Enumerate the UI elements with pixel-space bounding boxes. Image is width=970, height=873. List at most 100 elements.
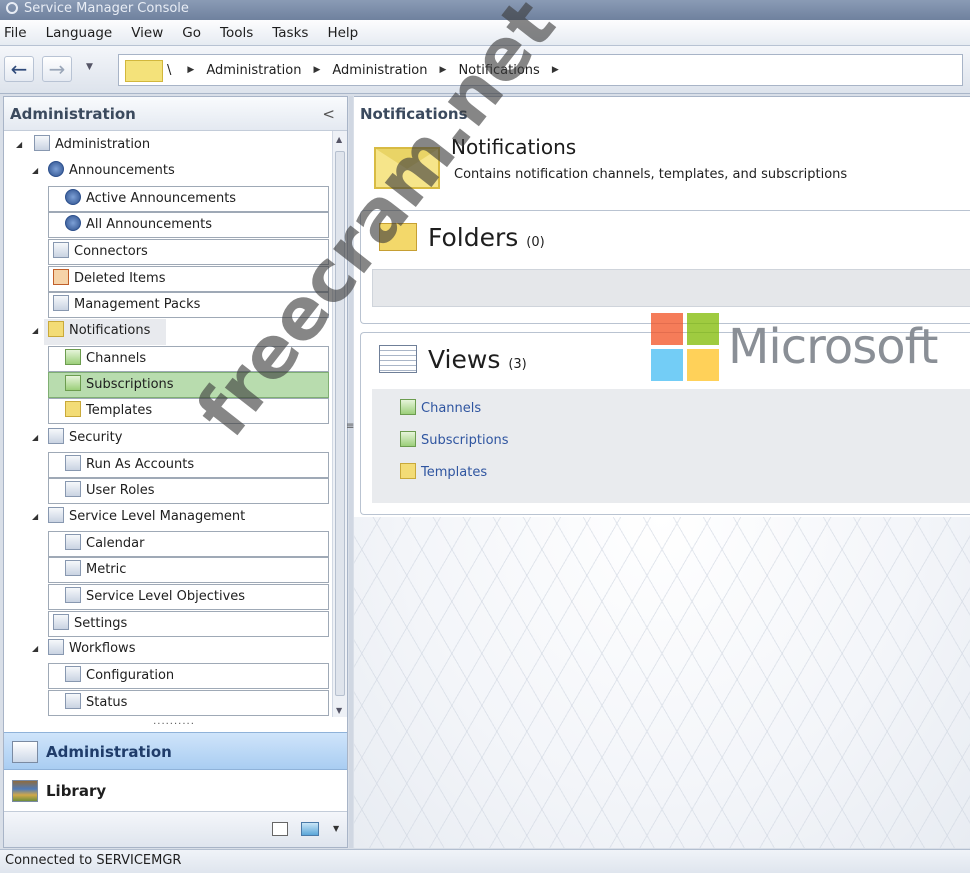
- views-list-icon: [379, 345, 417, 373]
- view-link-subscriptions[interactable]: Subscriptions: [400, 431, 509, 448]
- tree-item-status[interactable]: Status: [48, 690, 329, 716]
- menu-tools[interactable]: Tools: [220, 25, 253, 41]
- announcement-icon: [65, 189, 81, 205]
- tree-item-management-packs[interactable]: Management Packs: [48, 292, 329, 318]
- views-label: Views: [428, 345, 501, 374]
- tree-item-service-level-objectives[interactable]: Service Level Objectives: [48, 584, 329, 610]
- scroll-down-icon[interactable]: ▼: [336, 706, 342, 715]
- expand-triangle-icon[interactable]: ◢: [32, 644, 38, 653]
- slo-icon: [65, 587, 81, 603]
- breadcrumb-root[interactable]: \: [167, 63, 171, 78]
- workspace-button-strip: ▼: [4, 811, 347, 847]
- tree-item-metric[interactable]: Metric: [48, 557, 329, 583]
- tree-item-active-announcements[interactable]: Active Announcements: [48, 186, 329, 212]
- breadcrumb-separator-icon[interactable]: ▶: [440, 65, 447, 75]
- navigation-pane-title: Administration: [10, 105, 136, 123]
- tree-item-label: Status: [86, 695, 128, 710]
- breadcrumb-separator-icon[interactable]: ▶: [313, 65, 320, 75]
- show-more-buttons-icon[interactable]: [272, 822, 288, 836]
- breadcrumb: \ ▶ Administration ▶ Administration ▶ No…: [167, 55, 571, 85]
- menu-bar: File Language View Go Tools Tasks Help: [0, 20, 970, 46]
- overview-description: Contains notification channels, template…: [454, 167, 848, 182]
- workspace-library[interactable]: Library: [4, 772, 347, 810]
- tree-item-run-as-accounts[interactable]: Run As Accounts: [48, 452, 329, 478]
- tree-item-notifications[interactable]: Notifications: [44, 319, 166, 345]
- expand-triangle-icon[interactable]: ◢: [32, 433, 38, 442]
- menu-language[interactable]: Language: [46, 25, 113, 41]
- history-dropdown-icon[interactable]: ▼: [86, 62, 93, 72]
- deleted-items-icon: [53, 269, 69, 285]
- tree-item-deleted-items[interactable]: Deleted Items: [48, 266, 329, 292]
- expand-triangle-icon[interactable]: ◢: [32, 512, 38, 521]
- tree-item-label: Administration: [55, 137, 151, 152]
- tree-item-templates[interactable]: Templates: [48, 398, 329, 424]
- expand-triangle-icon[interactable]: ◢: [32, 166, 38, 175]
- breadcrumb-item[interactable]: Administration: [206, 63, 301, 78]
- expand-triangle-icon[interactable]: ◢: [32, 326, 38, 335]
- tree-item-label: Run As Accounts: [86, 457, 195, 472]
- navigation-pane-header: Administration <: [4, 97, 347, 131]
- logo-square-green: [687, 313, 719, 345]
- microsoft-logo-text: Microsoft: [728, 319, 938, 375]
- window-title: Service Manager Console: [24, 1, 189, 16]
- pane-resize-grip[interactable]: ..........: [144, 717, 204, 729]
- back-button[interactable]: ←: [4, 56, 34, 82]
- menu-tasks[interactable]: Tasks: [272, 25, 308, 41]
- connector-icon: [53, 242, 69, 258]
- view-link-channels[interactable]: Channels: [400, 399, 482, 416]
- forward-arrow-icon: →: [48, 57, 66, 81]
- scrollbar-thumb[interactable]: [335, 151, 345, 696]
- views-list: Channels Subscriptions Templates: [372, 389, 970, 503]
- menu-help[interactable]: Help: [327, 25, 358, 41]
- tree-item-service-level-management[interactable]: Service Level Management: [44, 505, 330, 531]
- view-link-templates[interactable]: Templates: [400, 463, 487, 480]
- tree-item-all-announcements[interactable]: All Announcements: [48, 212, 329, 238]
- tree-item-label: Metric: [86, 562, 127, 577]
- configure-buttons-dropdown-icon[interactable]: ▼: [333, 824, 339, 833]
- tree-item-announcements[interactable]: Announcements: [44, 159, 330, 185]
- tree-scrollbar[interactable]: ▲ ▼: [332, 131, 347, 717]
- folders-list: [372, 269, 970, 307]
- tree-item-label: Service Level Objectives: [86, 589, 246, 604]
- workspace-label: Library: [46, 782, 107, 800]
- channel-icon: [65, 349, 81, 365]
- breadcrumb-separator-icon[interactable]: ▶: [187, 65, 194, 75]
- connection-status: Connected to SERVICEMGR: [5, 853, 182, 868]
- collapse-pane-icon[interactable]: <: [322, 97, 335, 131]
- title-bar: Service Manager Console: [0, 0, 970, 20]
- pane-splitter[interactable]: ≡: [346, 96, 354, 848]
- tree-item-connectors[interactable]: Connectors: [48, 239, 329, 265]
- tree-item-configuration[interactable]: Configuration: [48, 663, 329, 689]
- view-link-label: Channels: [421, 401, 482, 416]
- address-bar[interactable]: \ ▶ Administration ▶ Administration ▶ No…: [118, 54, 963, 86]
- breadcrumb-item[interactable]: Administration: [332, 63, 427, 78]
- menu-view[interactable]: View: [131, 25, 163, 41]
- tree-item-channels[interactable]: Channels: [48, 346, 329, 372]
- breadcrumb-item[interactable]: Notifications: [458, 63, 539, 78]
- tree-item-user-roles[interactable]: User Roles: [48, 478, 329, 504]
- expand-triangle-icon[interactable]: ◢: [16, 140, 22, 149]
- tree-item-calendar[interactable]: Calendar: [48, 531, 329, 557]
- tree-item-label: Notifications: [69, 323, 151, 338]
- menu-file[interactable]: File: [4, 25, 27, 41]
- background-globe-pattern: [354, 517, 970, 848]
- subscription-icon: [65, 375, 81, 391]
- tree-item-settings[interactable]: Settings: [48, 611, 329, 637]
- folders-count: (0): [526, 235, 545, 250]
- tree-item-label: Security: [69, 430, 123, 445]
- tree-item-administration[interactable]: Administration: [30, 133, 330, 159]
- content-pane-title: Notifications: [360, 105, 468, 123]
- breadcrumb-separator-icon[interactable]: ▶: [552, 65, 559, 75]
- workspace-administration[interactable]: Administration: [4, 732, 347, 770]
- tree-item-label: Service Level Management: [69, 509, 246, 524]
- status-bar: Connected to SERVICEMGR: [0, 849, 970, 873]
- scroll-up-icon[interactable]: ▲: [336, 135, 342, 144]
- tree-item-security[interactable]: Security: [44, 426, 330, 452]
- menu-go[interactable]: Go: [182, 25, 201, 41]
- tree-item-label: Settings: [74, 616, 128, 631]
- workspace-switch-icon[interactable]: [301, 822, 319, 836]
- forward-button[interactable]: →: [42, 56, 72, 82]
- administration-workspace-icon: [12, 741, 38, 763]
- tree-item-subscriptions[interactable]: Subscriptions: [48, 372, 329, 398]
- tree-item-workflows[interactable]: Workflows: [44, 637, 330, 663]
